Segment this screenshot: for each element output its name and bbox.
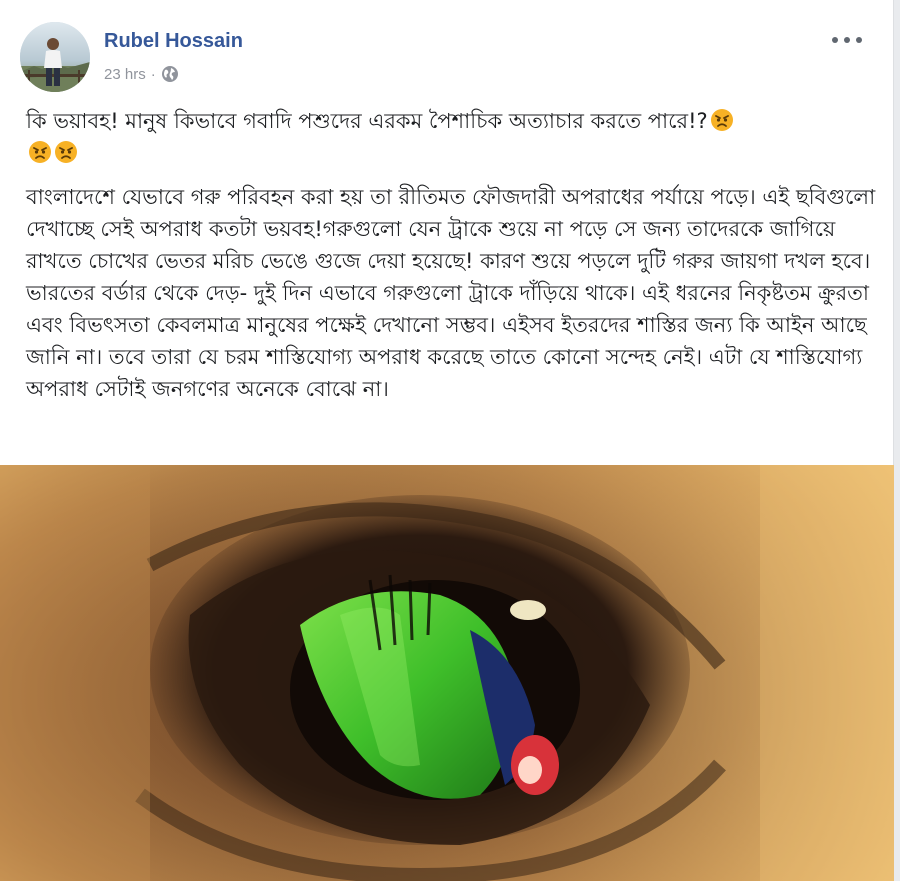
post-meta: 23 hrs ·: [104, 65, 179, 83]
meta-separator: ·: [150, 65, 156, 83]
post-photo[interactable]: [0, 465, 894, 881]
post-intro-line: কি ভয়াবহ! মানুষ কিভাবে গবাদি পশুদের এরক…: [26, 105, 876, 169]
post-timestamp[interactable]: 23 hrs: [104, 66, 146, 83]
author-name[interactable]: Rubel Hossain: [104, 30, 243, 53]
more-options-icon[interactable]: [832, 30, 862, 50]
post-text: কি ভয়াবহ! মানুষ কিভাবে গবাদি পশুদের এরক…: [26, 105, 876, 405]
angry-face-emoji: [28, 140, 52, 164]
cow-eye-image: [0, 465, 894, 881]
avatar-photo: [20, 22, 90, 92]
post-header: Rubel Hossain 23 hrs ·: [20, 22, 880, 92]
post-body: বাংলাদেশে যেভাবে গরু পরিবহন করা হয় তা র…: [26, 185, 876, 401]
page-gutter: [894, 0, 900, 881]
post-intro-text: কি ভয়াবহ! মানুষ কিভাবে গবাদি পশুদের এরক…: [26, 109, 708, 133]
profile-avatar[interactable]: [20, 22, 90, 92]
angry-face-emoji: [710, 108, 734, 132]
globe-icon[interactable]: [161, 65, 179, 83]
angry-face-emoji: [54, 140, 78, 164]
post-card: Rubel Hossain 23 hrs · কি ভয়াবহ! মানুষ …: [0, 0, 894, 881]
